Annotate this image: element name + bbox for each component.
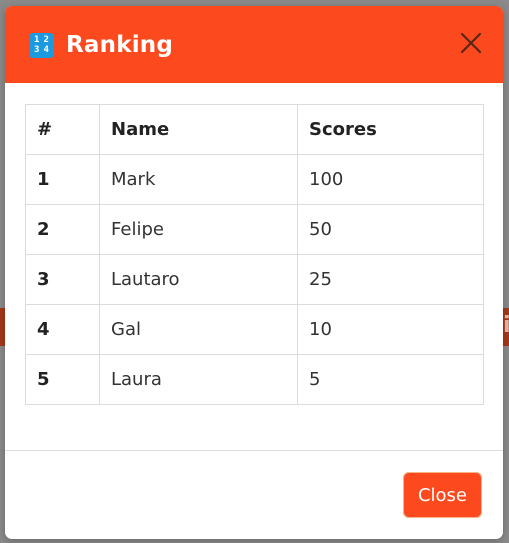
score-cell: 5 [297, 354, 484, 405]
column-header-rank: # [25, 104, 100, 155]
column-header-scores: Scores [297, 104, 484, 155]
icon-digit: 4 [43, 44, 49, 55]
ranking-modal: 1 2 3 4 Ranking # Name Scores 1 Mark 100… [5, 6, 503, 539]
table-row: 2 Felipe 50 [25, 204, 484, 255]
rank-cell: 2 [25, 204, 100, 255]
modal-body: # Name Scores 1 Mark 100 2 Felipe 50 3 L… [25, 104, 484, 405]
name-cell: Mark [99, 154, 298, 205]
modal-title: Ranking [66, 32, 174, 58]
input-numbers-icon: 1 2 3 4 [29, 33, 54, 58]
footer-divider [5, 450, 503, 451]
rank-cell: 3 [25, 254, 100, 305]
table-row: 1 Mark 100 [25, 154, 484, 205]
icon-digit: 3 [34, 44, 40, 55]
table-header-row: # Name Scores [25, 104, 484, 155]
modal-header: 1 2 3 4 Ranking [5, 6, 503, 83]
ranking-table: # Name Scores 1 Mark 100 2 Felipe 50 3 L… [25, 104, 484, 405]
rank-cell: 1 [25, 154, 100, 205]
name-cell: Laura [99, 354, 298, 405]
score-cell: 25 [297, 254, 484, 305]
score-cell: 10 [297, 304, 484, 355]
score-cell: 100 [297, 154, 484, 205]
rank-cell: 4 [25, 304, 100, 355]
name-cell: Gal [99, 304, 298, 355]
background-page-text-fragment: i [503, 313, 509, 338]
score-cell: 50 [297, 204, 484, 255]
column-header-name: Name [99, 104, 298, 155]
close-button[interactable]: Close [403, 472, 482, 518]
name-cell: Lautaro [99, 254, 298, 305]
table-row: 3 Lautaro 25 [25, 254, 484, 305]
rank-cell: 5 [25, 354, 100, 405]
table-row: 5 Laura 5 [25, 354, 484, 405]
table-row: 4 Gal 10 [25, 304, 484, 355]
close-icon[interactable] [457, 29, 485, 57]
name-cell: Felipe [99, 204, 298, 255]
